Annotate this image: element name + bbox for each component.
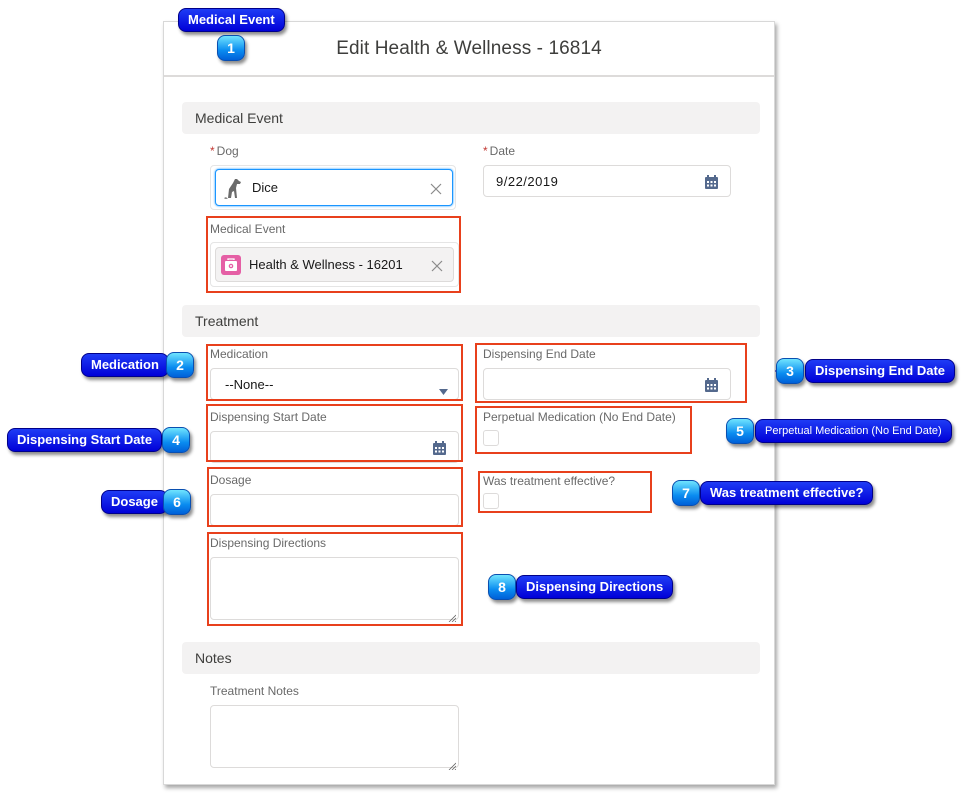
annotation-box-medical-event bbox=[206, 216, 461, 293]
annotation-box-perpetual-medication bbox=[475, 406, 692, 454]
callout-number-1: 1 bbox=[217, 35, 245, 61]
callout-label-8: Dispensing Directions bbox=[516, 575, 674, 599]
section-header-medical-event[interactable]: Medical Event bbox=[182, 102, 760, 134]
annotation-box-dispensing-start-date bbox=[206, 404, 463, 462]
callout-label-4: Dispensing Start Date bbox=[7, 428, 163, 452]
calendar-icon[interactable] bbox=[705, 175, 718, 189]
callout-number-4: 4 bbox=[162, 427, 190, 453]
section-header-notes[interactable]: Notes bbox=[182, 642, 760, 674]
edit-record-modal: Edit Health & Wellness - 16814 Medical E… bbox=[163, 21, 775, 785]
treatment-notes-textarea[interactable] bbox=[210, 705, 459, 771]
callout-label-1: Medical Event bbox=[178, 8, 285, 32]
callout-label-2: Medication bbox=[81, 353, 169, 377]
annotation-box-medication bbox=[206, 344, 463, 401]
annotation-box-was-treatment-effective bbox=[478, 471, 652, 513]
clear-dog-icon[interactable] bbox=[430, 182, 442, 194]
callout-number-3: 3 bbox=[776, 358, 804, 384]
modal-title: Edit Health & Wellness - 16814 bbox=[336, 37, 602, 59]
dog-lookup-field[interactable]: Dice bbox=[215, 169, 453, 206]
callout-label-5: Perpetual Medication (No End Date) bbox=[755, 419, 952, 443]
callout-label-3: Dispensing End Date bbox=[805, 359, 956, 383]
annotation-box-dosage bbox=[207, 467, 463, 527]
date-value: 9/22/2019 bbox=[496, 174, 559, 189]
callout-number-5: 5 bbox=[726, 418, 754, 444]
callout-number-8: 8 bbox=[488, 574, 516, 600]
dog-label: * Dog bbox=[210, 144, 239, 158]
callout-number-2: 2 bbox=[166, 352, 194, 378]
callout-number-6: 6 bbox=[163, 489, 191, 515]
dog-icon bbox=[222, 176, 244, 200]
date-label: * Date bbox=[483, 144, 516, 158]
treatment-notes-label: Treatment Notes bbox=[210, 684, 299, 698]
date-input[interactable]: 9/22/2019 bbox=[483, 165, 731, 197]
callout-number-7: 7 bbox=[672, 480, 700, 506]
dog-value: Dice bbox=[252, 180, 279, 195]
dog-lookup-container: Dice bbox=[210, 165, 456, 210]
callout-label-7: Was treatment effective? bbox=[700, 481, 874, 505]
section-header-treatment[interactable]: Treatment bbox=[182, 305, 760, 337]
annotation-box-dispensing-directions bbox=[207, 532, 463, 626]
callout-label-6: Dosage bbox=[101, 490, 168, 514]
required-asterisk: * bbox=[210, 144, 215, 158]
resize-handle-icon[interactable] bbox=[448, 757, 457, 771]
required-asterisk: * bbox=[483, 144, 488, 158]
annotation-box-dispensing-end-date bbox=[475, 343, 747, 403]
